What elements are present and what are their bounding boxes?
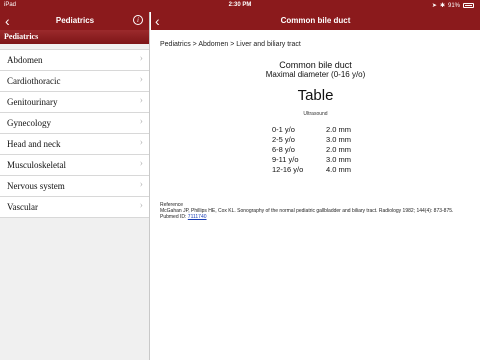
table-row: 0-1 y/o 2.0 mm [272,125,372,135]
table-row: 6-8 y/o 2.0 mm [272,145,372,155]
sidebar-item-head-and-neck[interactable]: Head and neck › [0,134,149,155]
document-subtitle: Maximal diameter (0-16 y/o) [265,70,366,79]
pubmed-link[interactable]: 7111740 [188,214,207,220]
table-row: 12-16 y/o 4.0 mm [272,165,372,175]
bluetooth-icon: ✱ [439,3,445,9]
value-cell: 2.0 mm [326,125,352,134]
value-cell: 2.0 mm [326,145,352,154]
battery-percent: 91% [447,2,460,9]
chevron-right-icon: › [139,158,143,169]
detail-navbar: ‹ Common bile duct [151,12,480,30]
chevron-right-icon: › [139,95,143,106]
sidebar-item-label: Gynecology [7,118,51,128]
detail-title: Common bile duct [280,16,351,25]
table-row: 9-11 y/o 3.0 mm [272,155,372,165]
method-label: Ultrasound [303,111,328,117]
sidebar-item-label: Cardiothoracic [7,76,61,86]
location-icon: ➤ [431,3,437,9]
status-bar: iPad 2:30 PM ➤ ✱ 91% [0,0,480,12]
sidebar-item-genitourinary[interactable]: Genitourinary › [0,92,149,113]
pubmed-line: Pubmed ID: 7111740 [160,214,470,220]
sidebar: ‹ Pediatrics i Pediatrics Abdomen › Cardi… [0,12,150,360]
clock: 2:30 PM [228,2,252,8]
sidebar-item-gynecology[interactable]: Gynecology › [0,113,149,134]
sidebar-navbar: ‹ Pediatrics i [0,12,149,30]
age-cell: 0-1 y/o [272,125,295,134]
chevron-right-icon: › [139,179,143,190]
reference-block: Reference McGahan JP, Phillips HE, Cox K… [160,202,470,220]
sidebar-item-cardiothoracic[interactable]: Cardiothoracic › [0,71,149,92]
table-heading: Table [297,87,334,104]
battery-icon [463,3,474,8]
pubmed-label: Pubmed ID: [160,214,187,220]
chevron-right-icon: › [139,200,143,211]
sidebar-item-label: Abdomen [7,55,43,65]
sidebar-item-vascular[interactable]: Vascular › [0,197,149,218]
status-right: ➤ ✱ 91% [432,2,474,9]
value-cell: 4.0 mm [326,165,352,174]
age-cell: 6-8 y/o [272,145,295,154]
sidebar-item-label: Musculoskeletal [7,160,66,170]
sidebar-item-nervous-system[interactable]: Nervous system › [0,176,149,197]
sidebar-item-abdomen[interactable]: Abdomen › [0,50,149,71]
sidebar-title: Pediatrics [55,16,95,25]
value-cell: 3.0 mm [326,135,352,144]
sidebar-item-label: Head and neck [7,139,61,149]
sidebar-item-label: Nervous system [7,181,65,191]
sidebar-item-label: Genitourinary [7,97,58,107]
chevron-right-icon: › [139,116,143,127]
value-cell: 3.0 mm [326,155,352,164]
document-title: Common bile duct [279,60,352,70]
chevron-right-icon: › [139,74,143,85]
age-cell: 12-16 y/o [272,165,304,174]
breadcrumb: Pediatrics > Abdomen > Liver and biliary… [160,41,301,48]
chevron-right-icon: › [139,137,143,148]
age-cell: 9-11 y/o [272,155,299,164]
sidebar-list: Abdomen › Cardiothoracic › Genitourinary › … [0,49,149,218]
chevron-right-icon: › [139,53,143,64]
sidebar-item-musculoskeletal[interactable]: Musculoskeletal › [0,155,149,176]
sidebar-item-label: Vascular [7,202,38,212]
section-header: Pediatrics [0,30,149,44]
table-row: 2-5 y/o 3.0 mm [272,135,372,145]
measurement-table: 0-1 y/o 2.0 mm 2-5 y/o 3.0 mm 6-8 y/o 2.0 m… [272,125,372,175]
detail-pane: ‹ Common bile duct Pediatrics > Abdomen … [151,12,480,360]
age-cell: 2-5 y/o [272,135,295,144]
info-icon[interactable]: i [133,15,143,25]
